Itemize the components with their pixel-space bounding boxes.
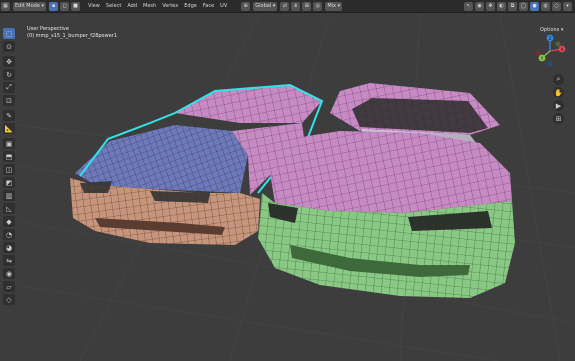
add-cube-icon[interactable]: ▣ xyxy=(3,138,15,149)
solid-shading-icon[interactable]: ● xyxy=(530,1,539,11)
move-icon[interactable]: ✥ xyxy=(3,56,15,67)
mode-dropdown[interactable]: Edit Mode ▾ xyxy=(13,1,47,11)
material-shading-icon[interactable]: ◍ xyxy=(541,1,550,11)
extrude-icon[interactable]: ⬒ xyxy=(3,151,15,162)
shading-options-icon[interactable]: ▾ xyxy=(563,1,572,11)
menu-select[interactable]: Select xyxy=(106,3,121,9)
tool-shelf: ⬚ ⊙ ✥ ↻ ⤢ ⊡ ✎ 📐 ▣ ⬒ ◫ ◩ ▥ ◺ ◆ ◔ ◕ ⇋ ◉ ▱ … xyxy=(2,27,16,306)
wireframe-shading-icon[interactable]: ◯ xyxy=(519,1,528,11)
tool-separator xyxy=(4,107,14,109)
viewport-info: User Perspective (0) mmp_s15_1_bumper_f2… xyxy=(27,26,117,40)
rip-icon[interactable]: ◇ xyxy=(3,294,15,305)
transform-orientation-label: Global xyxy=(255,3,272,9)
shrink-fatten-icon[interactable]: ◉ xyxy=(3,268,15,279)
knife-icon[interactable]: ◺ xyxy=(3,203,15,214)
header-bar: ▦ Edit Mode ▾ ▪ ◻ ■ View Select Add Mesh… xyxy=(0,0,575,13)
inset-icon[interactable]: ◫ xyxy=(3,164,15,175)
menu-face[interactable]: Face xyxy=(203,3,214,9)
proportional-edit-icon[interactable]: ◎ xyxy=(313,1,323,11)
view-name: User Perspective xyxy=(27,26,69,32)
poly-build-icon[interactable]: ◆ xyxy=(3,216,15,227)
gizmo-toggle-icon[interactable]: ✥ xyxy=(486,1,495,11)
select-box-icon[interactable]: ⬚ xyxy=(3,28,15,39)
shear-icon[interactable]: ▱ xyxy=(3,281,15,292)
active-object-name: (0) mmp_s15_1_bumper_f28power1 xyxy=(27,33,118,39)
viewport-scene[interactable] xyxy=(0,13,575,361)
edge-select-icon[interactable]: ◻ xyxy=(60,1,70,11)
menu-view[interactable]: View xyxy=(88,3,100,9)
gizmo-neg-y-axis xyxy=(555,41,561,47)
3d-viewport[interactable]: User Perspective (0) mmp_s15_1_bumper_f2… xyxy=(0,13,575,361)
xray-icon[interactable]: ⧉ xyxy=(508,1,517,11)
navigation-buttons: ⌕ ✋ ▶ ⊞ xyxy=(553,73,564,125)
gizmo-y-label: Y xyxy=(540,56,544,62)
cursor-icon[interactable]: ⊙ xyxy=(3,41,15,52)
tool-separator xyxy=(4,53,14,55)
loop-cut-icon[interactable]: ▥ xyxy=(3,190,15,201)
measure-icon[interactable]: 📐 xyxy=(3,123,15,134)
rendered-shading-icon[interactable]: ○ xyxy=(552,1,561,11)
menu-mesh[interactable]: Mesh xyxy=(143,3,156,9)
proportional-falloff-dropdown[interactable]: Mix ▾ xyxy=(325,1,343,11)
mode-label: Edit Mode xyxy=(15,3,40,9)
camera-icon[interactable]: ▶ xyxy=(553,100,564,111)
options-dropdown[interactable]: Options ▾ xyxy=(540,27,563,33)
transform-icon[interactable]: ⊡ xyxy=(3,95,15,106)
navigation-gizmo[interactable]: X Y Z xyxy=(533,34,567,68)
menu-uv[interactable]: UV xyxy=(220,3,227,9)
hand-icon[interactable]: ✋ xyxy=(553,87,564,98)
gizmo-neg-x-axis xyxy=(535,50,541,56)
proportional-label: Mix xyxy=(327,3,336,9)
smooth-icon[interactable]: ◕ xyxy=(3,242,15,253)
bevel-icon[interactable]: ◩ xyxy=(3,177,15,188)
grid-icon[interactable]: ⊞ xyxy=(553,113,564,124)
gizmo-neg-z-axis xyxy=(547,61,553,67)
gizmo-z-label: Z xyxy=(548,36,551,42)
menu-edge[interactable]: Edge xyxy=(184,3,197,9)
orientation-icon[interactable]: ⊕ xyxy=(241,1,251,11)
snap-icon[interactable]: ⋔ xyxy=(291,1,301,11)
snap-target-icon[interactable]: ⊞ xyxy=(302,1,312,11)
spin-icon[interactable]: ◔ xyxy=(3,229,15,240)
annotate-icon[interactable]: ✎ xyxy=(3,110,15,121)
vertex-select-icon[interactable]: ▪ xyxy=(49,1,59,11)
edge-slide-icon[interactable]: ⇋ xyxy=(3,255,15,266)
selectability-icon[interactable]: ↖ xyxy=(464,1,473,11)
tool-separator xyxy=(4,135,14,137)
zoom-icon[interactable]: ⌕ xyxy=(553,74,564,85)
options-label: Options xyxy=(540,27,560,33)
overlays-icon[interactable]: ◐ xyxy=(497,1,506,11)
left-car-headlight-left xyxy=(80,181,112,193)
transform-orientation-dropdown[interactable]: Global ▾ xyxy=(253,1,278,11)
visibility-icon[interactable]: ◉ xyxy=(475,1,484,11)
editor-type-icon[interactable]: ▦ xyxy=(1,1,10,11)
rotate-icon[interactable]: ↻ xyxy=(3,69,15,80)
pivot-icon[interactable]: ⇄ xyxy=(280,1,290,11)
scale-icon[interactable]: ⤢ xyxy=(3,82,15,93)
gizmo-x-label: X xyxy=(560,47,563,53)
menu-vertex[interactable]: Vertex xyxy=(162,3,178,9)
face-select-icon[interactable]: ■ xyxy=(71,1,81,11)
menu-add[interactable]: Add xyxy=(127,3,137,9)
